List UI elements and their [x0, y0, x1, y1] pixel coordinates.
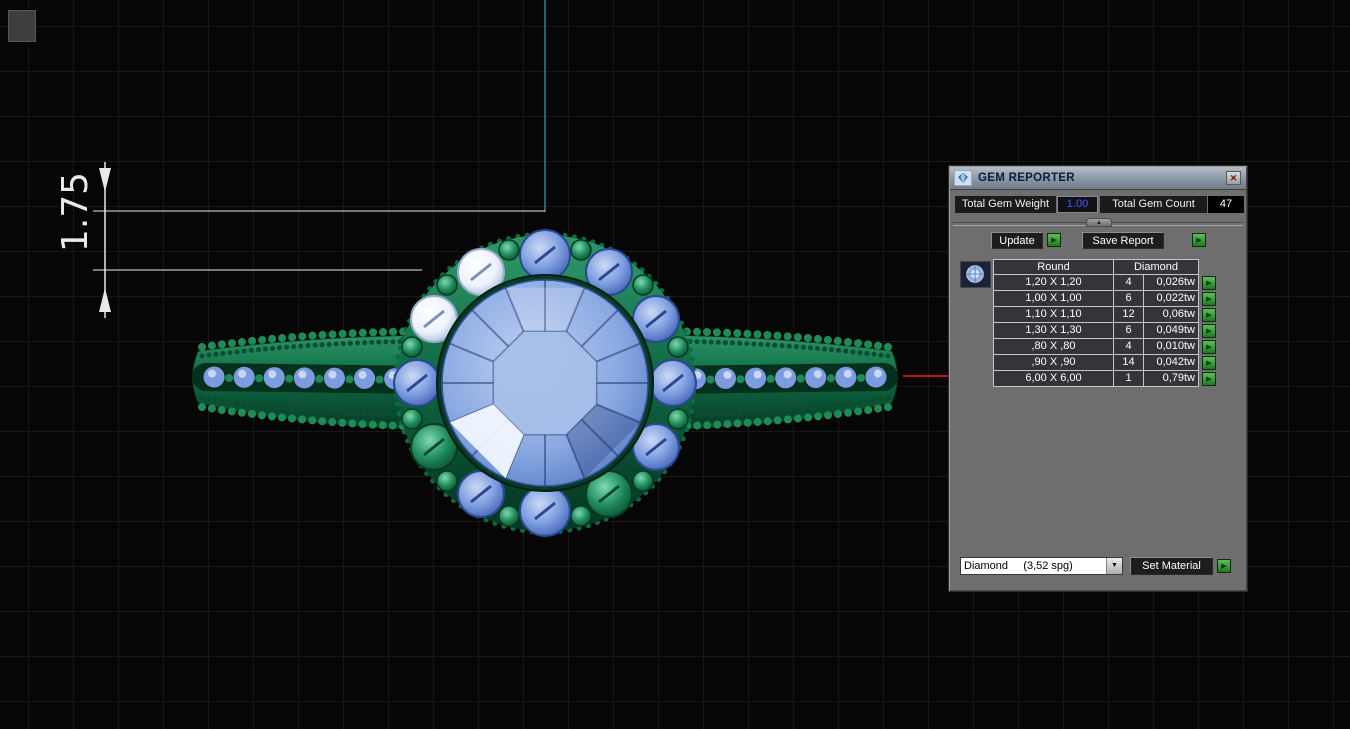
gem-count: 4	[1114, 339, 1144, 355]
table-row: ,80 X ,80 4 0,010tw ▶	[993, 339, 1216, 355]
gem-size: ,90 X ,90	[993, 355, 1114, 371]
gem-size: 6,00 X 6,00	[993, 371, 1114, 387]
table-header-row: Round Diamond	[993, 259, 1216, 275]
total-gem-weight-value[interactable]: 1.00	[1057, 196, 1098, 213]
gem-size: ,80 X ,80	[993, 339, 1114, 355]
row-go-icon[interactable]: ▶	[1202, 356, 1216, 370]
table-row: 1,10 X 1,10 12 0,06tw ▶	[993, 307, 1216, 323]
gem-count: 14	[1114, 355, 1144, 371]
gem-weight: 0,026tw	[1144, 275, 1199, 291]
gem-weight: 0,049tw	[1144, 323, 1199, 339]
gem-size: 1,30 X 1,30	[993, 323, 1114, 339]
collapse-spinner-icon[interactable]: ▲	[1086, 218, 1112, 227]
gem-reporter-icon	[953, 169, 973, 187]
row-go-icon[interactable]: ▶	[1202, 292, 1216, 306]
gem-size: 1,20 X 1,20	[993, 275, 1114, 291]
row-go-icon[interactable]: ▶	[1202, 340, 1216, 354]
table-row: 1,30 X 1,30 6 0,049tw ▶	[993, 323, 1216, 339]
total-gem-count-value: 47	[1208, 196, 1244, 213]
close-icon[interactable]: ✕	[1226, 171, 1241, 185]
gem-weight: 0,06tw	[1144, 307, 1199, 323]
total-gem-weight-label: Total Gem Weight	[955, 196, 1056, 213]
gem-size: 1,00 X 1,00	[993, 291, 1114, 307]
gem-size: 1,10 X 1,10	[993, 307, 1114, 323]
gem-count: 4	[1114, 275, 1144, 291]
update-button[interactable]: Update	[991, 232, 1043, 249]
dimension-arrow-down	[99, 168, 111, 192]
table-row: 6,00 X 6,00 1 0,79tw ▶	[993, 371, 1216, 387]
gem-weight: 0,022tw	[1144, 291, 1199, 307]
panel-titlebar[interactable]: GEM REPORTER ✕	[950, 167, 1246, 190]
row-go-icon[interactable]: ▶	[1202, 372, 1216, 386]
table-row: 1,00 X 1,00 6 0,022tw ▶	[993, 291, 1216, 307]
table-row: ,90 X ,90 14 0,042tw ▶	[993, 355, 1216, 371]
gem-thumbnail	[960, 261, 991, 288]
save-report-button[interactable]: Save Report	[1082, 232, 1164, 249]
ring-model[interactable]	[192, 229, 898, 537]
gem-weight: 0,79tw	[1144, 371, 1199, 387]
save-report-go-icon[interactable]: ▶	[1192, 233, 1206, 247]
column-header-round: Round	[993, 259, 1114, 275]
center-stone	[436, 274, 654, 492]
dimension-text: 1.75	[55, 172, 96, 252]
gem-count: 1	[1114, 371, 1144, 387]
row-go-icon[interactable]: ▶	[1202, 276, 1216, 290]
gem-count: 6	[1114, 323, 1144, 339]
dimension-arrow-up	[99, 288, 111, 312]
column-header-diamond: Diamond	[1114, 259, 1199, 275]
row-go-icon[interactable]: ▶	[1202, 324, 1216, 338]
table-row: 1,20 X 1,20 4 0,026tw ▶	[993, 275, 1216, 291]
gem-reporter-panel: GEM REPORTER ✕ Total Gem Weight 1.00 Tot…	[948, 165, 1248, 592]
set-material-button[interactable]: Set Material	[1130, 557, 1213, 575]
gem-table: Round Diamond 1,20 X 1,20 4 0,026tw ▶ 1,…	[993, 259, 1216, 387]
material-dropdown-value: Diamond (3,52 spg)	[964, 560, 1073, 572]
gem-count: 6	[1114, 291, 1144, 307]
gem-count: 12	[1114, 307, 1144, 323]
set-material-go-icon[interactable]: ▶	[1217, 559, 1231, 573]
total-gem-count-label: Total Gem Count	[1100, 196, 1207, 213]
row-go-icon[interactable]: ▶	[1202, 308, 1216, 322]
chevron-down-icon[interactable]: ▼	[1106, 558, 1122, 574]
gem-weight: 0,042tw	[1144, 355, 1199, 371]
gem-weight: 0,010tw	[1144, 339, 1199, 355]
panel-title: GEM REPORTER	[978, 172, 1075, 184]
update-go-icon[interactable]: ▶	[1047, 233, 1061, 247]
material-dropdown[interactable]: Diamond (3,52 spg) ▼	[960, 557, 1123, 575]
